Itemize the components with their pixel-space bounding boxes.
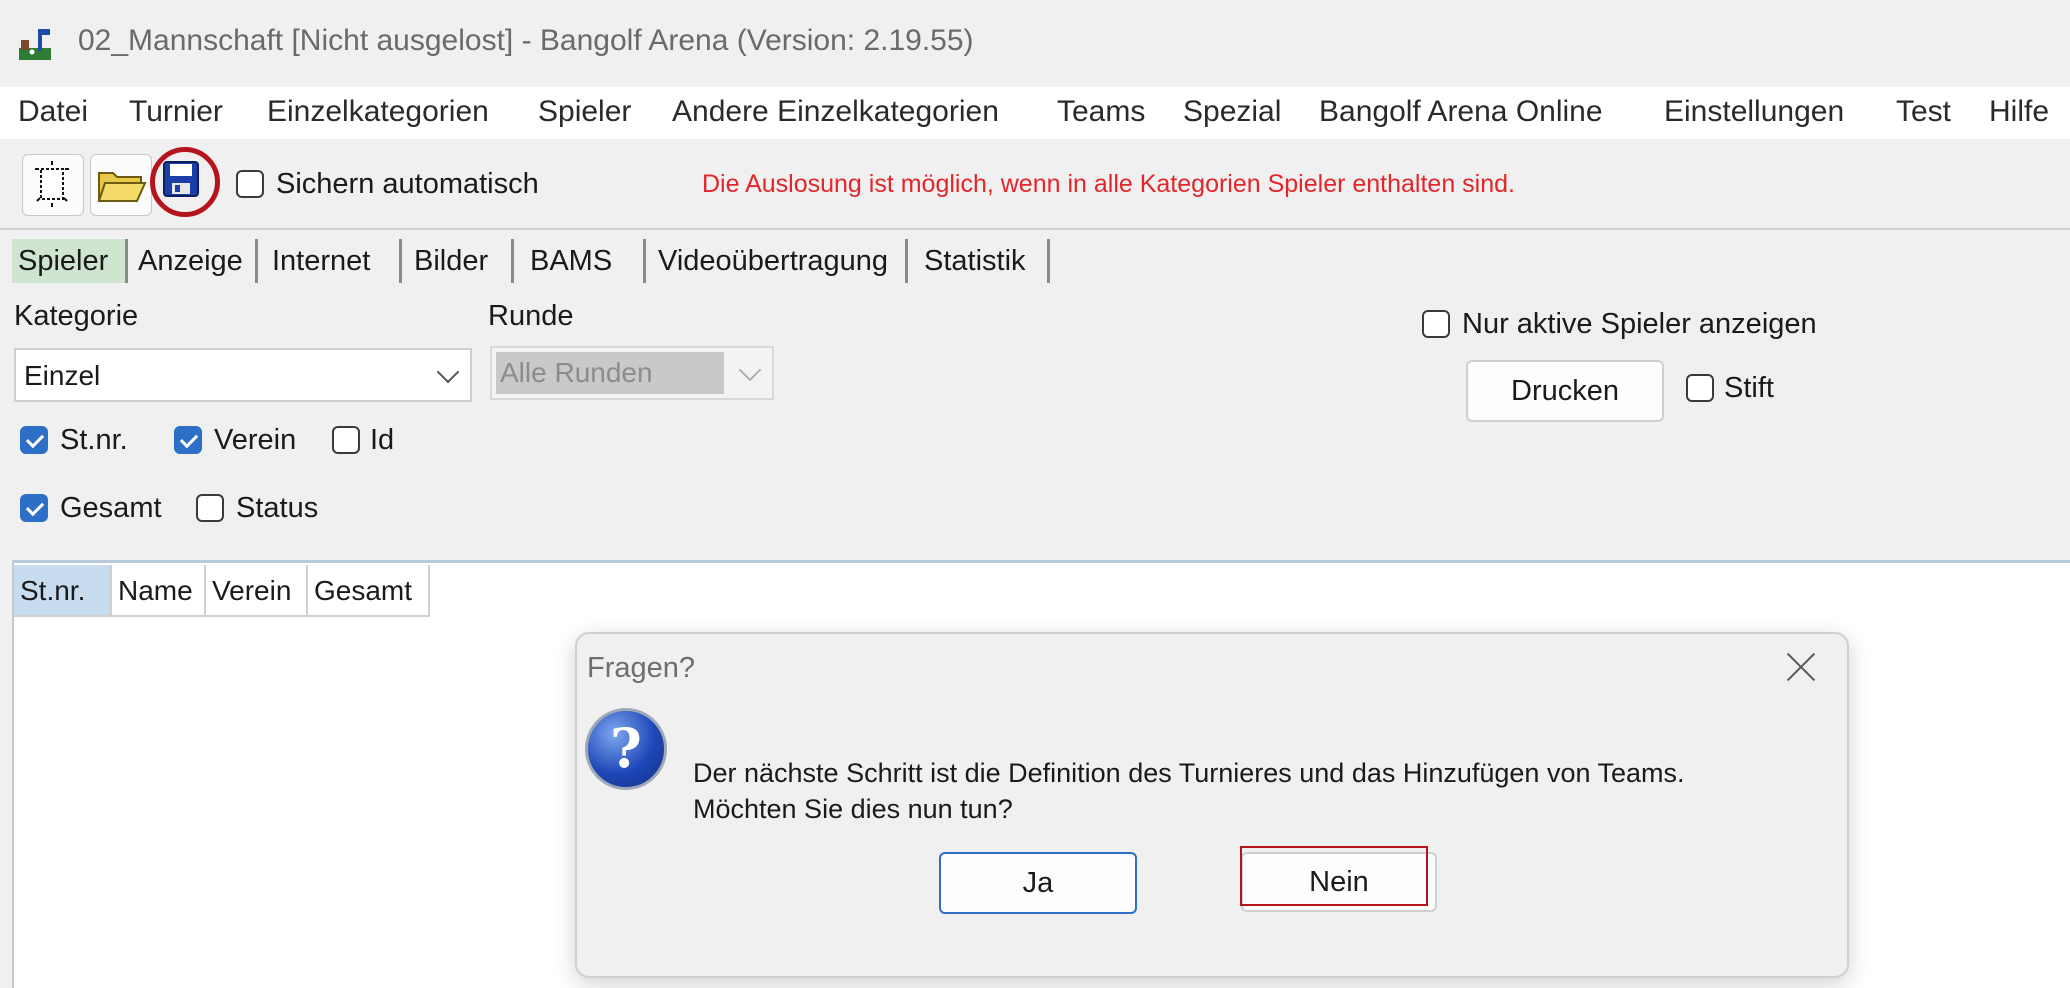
tab-bilder[interactable]: Bilder <box>408 239 514 283</box>
save-highlight-ring <box>150 147 220 217</box>
dialog-title: Fragen? <box>587 652 696 684</box>
open-folder-icon <box>97 172 147 202</box>
menu-spezial[interactable]: Spezial <box>1183 95 1281 129</box>
id-column-label: Id <box>370 424 395 456</box>
chevron-down-icon <box>436 360 460 384</box>
status-column-label: Status <box>236 492 319 524</box>
open-folder-button[interactable] <box>90 154 152 216</box>
menu-datei[interactable]: Datei <box>18 95 88 129</box>
gesamt-column-label: Gesamt <box>60 492 162 524</box>
tab-statistik[interactable]: Statistik <box>918 239 1050 283</box>
gesamt-column-checkbox[interactable] <box>20 494 48 522</box>
id-column-checkbox[interactable] <box>332 426 360 454</box>
tab-strip: Spieler Anzeige Internet Bilder BAMS Vid… <box>0 235 2070 287</box>
status-column-checkbox[interactable] <box>196 494 224 522</box>
dialog-message-line1: Der nächste Schritt ist die Definition d… <box>693 758 1685 788</box>
draw-warning-text: Die Auslosung ist möglich, wenn in alle … <box>702 170 1515 198</box>
bangolf-app-icon <box>19 29 51 60</box>
grid-header-stnr[interactable]: St.nr. <box>14 565 112 617</box>
drucken-button[interactable]: Drucken <box>1466 360 1664 422</box>
chevron-down-icon <box>738 358 762 382</box>
tab-internet[interactable]: Internet <box>266 239 402 283</box>
dialog-message-line2: Möchten Sie dies nun tun? <box>693 794 1013 824</box>
grid-header-gesamt[interactable]: Gesamt <box>308 565 430 617</box>
menu-bar: Datei Turnier Einzelkategorien Spieler A… <box>0 87 2070 139</box>
menu-test[interactable]: Test <box>1896 95 1951 129</box>
verein-column-checkbox[interactable] <box>174 426 202 454</box>
menu-hilfe[interactable]: Hilfe <box>1989 95 2049 129</box>
question-icon: ? <box>585 708 667 790</box>
kategorie-dropdown[interactable]: Einzel <box>14 348 472 402</box>
tab-videouebertragung[interactable]: Videoübertragung <box>652 239 908 283</box>
stnr-column-label: St.nr. <box>60 424 128 456</box>
stift-label: Stift <box>1724 372 1774 404</box>
grid-header-verein[interactable]: Verein <box>206 565 308 617</box>
menu-andere-einzelkategorien[interactable]: Andere Einzelkategorien <box>672 95 999 129</box>
window-title: 02_Mannschaft [Nicht ausgelost] - Bangol… <box>78 24 974 57</box>
kategorie-label: Kategorie <box>14 300 139 332</box>
runde-label: Runde <box>488 300 574 332</box>
auto-save-label: Sichern automatisch <box>276 168 539 200</box>
kategorie-value: Einzel <box>24 360 101 391</box>
nur-aktive-checkbox[interactable] <box>1422 310 1450 338</box>
menu-bangolf-arena-online[interactable]: Bangolf Arena Online <box>1319 95 1603 129</box>
new-file-icon <box>35 161 69 207</box>
new-file-button[interactable] <box>22 154 84 216</box>
menu-teams[interactable]: Teams <box>1057 95 1145 129</box>
runde-value: Alle Runden <box>496 352 724 394</box>
stnr-column-checkbox[interactable] <box>20 426 48 454</box>
title-bar: 02_Mannschaft [Nicht ausgelost] - Bangol… <box>0 0 2070 85</box>
verein-column-label: Verein <box>214 424 297 456</box>
question-dialog: Fragen? ? Der nächste Schritt ist die De… <box>575 632 1849 978</box>
nur-aktive-label: Nur aktive Spieler anzeigen <box>1462 308 1817 340</box>
grid-header-name[interactable]: Name <box>112 565 206 617</box>
menu-einstellungen[interactable]: Einstellungen <box>1664 95 1844 129</box>
menu-einzelkategorien[interactable]: Einzelkategorien <box>267 95 489 129</box>
application-window: 02_Mannschaft [Nicht ausgelost] - Bangol… <box>0 0 2070 988</box>
menu-turnier[interactable]: Turnier <box>129 95 223 129</box>
close-icon[interactable] <box>1783 648 1819 684</box>
tab-bams[interactable]: BAMS <box>524 239 646 283</box>
nein-highlight-frame <box>1240 846 1428 906</box>
tab-anzeige[interactable]: Anzeige <box>132 239 258 283</box>
stift-checkbox[interactable] <box>1686 374 1714 402</box>
menu-spieler[interactable]: Spieler <box>538 95 631 129</box>
ja-button[interactable]: Ja <box>939 852 1137 914</box>
runde-dropdown[interactable]: Alle Runden <box>490 346 774 400</box>
tab-spieler[interactable]: Spieler <box>12 239 128 283</box>
auto-save-checkbox[interactable] <box>236 170 264 198</box>
